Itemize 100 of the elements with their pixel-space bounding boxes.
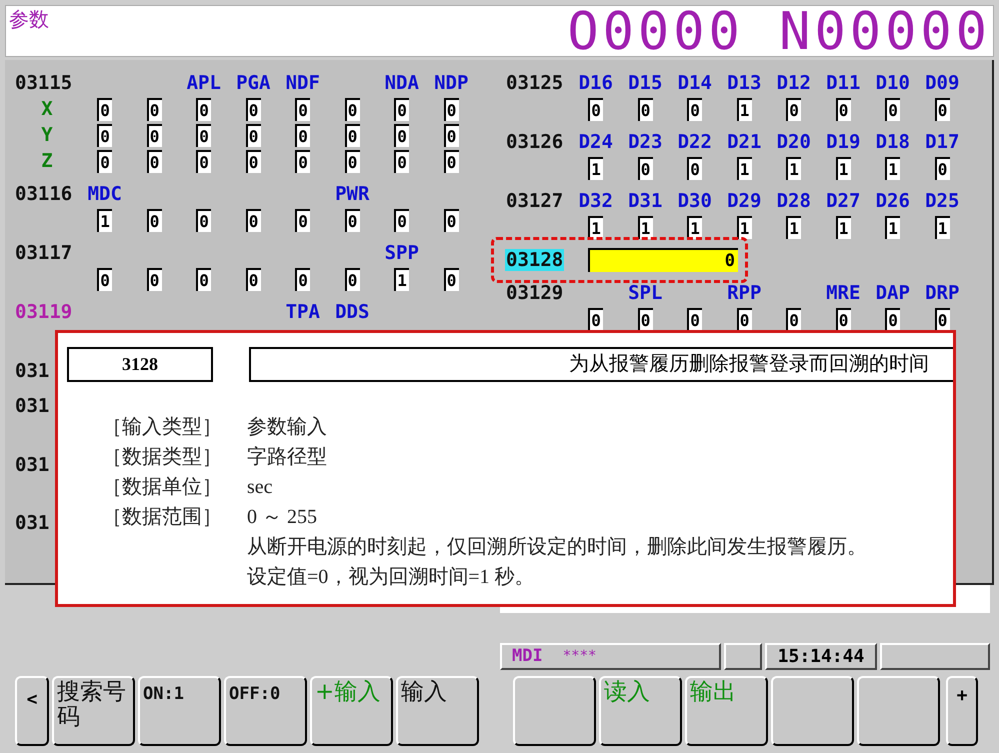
- bit-value-field[interactable]: 1: [588, 216, 604, 238]
- bit-value-field[interactable]: 0: [444, 268, 459, 290]
- bit-value-field[interactable]: 1: [638, 216, 653, 238]
- screen-title: 参数: [9, 8, 49, 33]
- bit-value-field[interactable]: 0: [246, 98, 261, 120]
- bit-value-field[interactable]: 1: [786, 156, 802, 180]
- bit-value-field[interactable]: 1: [736, 156, 752, 180]
- bit-value-field[interactable]: 0: [97, 98, 112, 120]
- bit-value-field[interactable]: 1: [786, 216, 802, 238]
- bit-value-field[interactable]: 0: [588, 98, 604, 120]
- bit-value-field[interactable]: 0: [97, 150, 112, 172]
- bit-value-field[interactable]: 1: [736, 98, 752, 120]
- parameter-number: 03117: [14, 242, 74, 264]
- bit-value-field[interactable]: 0: [394, 150, 410, 172]
- softkey[interactable]: OFF:0: [224, 676, 307, 746]
- bit-value-field[interactable]: 1: [97, 208, 112, 232]
- bit-value-field[interactable]: 0: [394, 98, 410, 120]
- bit-value-field[interactable]: 1: [736, 216, 752, 238]
- bit-value-field[interactable]: 0: [344, 208, 360, 232]
- bit-value-field[interactable]: 0: [444, 98, 459, 120]
- bit-value-field[interactable]: 0: [295, 124, 310, 146]
- bit-name: MRE: [826, 282, 860, 304]
- bit-value-field[interactable]: 0: [196, 208, 212, 232]
- axis-label: Y: [41, 124, 53, 146]
- bit-value-field[interactable]: 0: [146, 268, 162, 290]
- bit-name: D16: [578, 72, 613, 94]
- bit-value-field[interactable]: 0: [196, 268, 212, 290]
- bit-value-field[interactable]: 0: [444, 124, 459, 146]
- bit-value-field[interactable]: 0: [97, 124, 112, 146]
- softkey[interactable]: 输入: [396, 676, 479, 746]
- bit-value-field[interactable]: 0: [246, 208, 261, 232]
- bit-value-field[interactable]: 0: [146, 98, 162, 120]
- bit-value-field[interactable]: 0: [295, 98, 310, 120]
- bit-value-field[interactable]: 0: [344, 150, 360, 172]
- bit-value-field[interactable]: 0: [687, 98, 702, 120]
- bit-name: RPP: [727, 282, 762, 304]
- bit-value-field[interactable]: 0: [196, 124, 212, 146]
- bit-value-field[interactable]: 0: [295, 268, 310, 290]
- bit-name: D18: [876, 131, 910, 153]
- bit-value-field[interactable]: 0: [146, 150, 162, 172]
- bit-value-field[interactable]: 0: [786, 98, 802, 120]
- parameter-number: 031: [14, 395, 50, 417]
- bit-value-field[interactable]: 1: [687, 216, 702, 238]
- bit-value-field[interactable]: 0: [687, 308, 702, 330]
- bit-value-field[interactable]: 1: [934, 216, 950, 238]
- value-field[interactable]: 0: [588, 248, 738, 272]
- bit-value-field[interactable]: 0: [836, 308, 851, 330]
- bit-value-field[interactable]: 0: [786, 308, 802, 330]
- bit-value-field[interactable]: 0: [394, 124, 410, 146]
- bit-value-field[interactable]: 0: [146, 208, 162, 232]
- next-softkey[interactable]: +: [946, 676, 978, 746]
- bit-value-field[interactable]: 0: [444, 208, 459, 232]
- softkey[interactable]: [857, 676, 940, 746]
- softkey[interactable]: [513, 676, 596, 746]
- description-text: 设定值=0，视为回溯时间=1 秒。: [247, 565, 536, 590]
- bit-value-field[interactable]: 0: [588, 308, 604, 330]
- bit-value-field[interactable]: 0: [736, 308, 752, 330]
- bit-value-field[interactable]: 0: [638, 98, 653, 120]
- bit-value-field[interactable]: 0: [885, 98, 900, 120]
- bit-value-field[interactable]: 0: [687, 156, 702, 180]
- bit-value-field[interactable]: 0: [196, 150, 212, 172]
- bit-value-field[interactable]: 0: [344, 268, 360, 290]
- parameter-number: 031: [14, 512, 50, 534]
- bit-name: SPL: [628, 282, 662, 304]
- bit-value-field[interactable]: 0: [196, 98, 212, 120]
- bit-value-field[interactable]: 1: [394, 268, 410, 290]
- bit-value-field[interactable]: 0: [146, 124, 162, 146]
- bit-value-field[interactable]: 0: [638, 156, 653, 180]
- bit-value-field[interactable]: 0: [885, 308, 900, 330]
- bit-value-field[interactable]: 1: [885, 216, 900, 238]
- bit-value-field[interactable]: 0: [934, 156, 950, 180]
- bit-value-field[interactable]: 0: [934, 98, 950, 120]
- bit-name: D25: [925, 190, 960, 212]
- softkey[interactable]: [771, 676, 854, 746]
- bit-name: D23: [628, 131, 662, 153]
- bit-value-field[interactable]: 0: [934, 308, 950, 330]
- bit-value-field[interactable]: 0: [295, 150, 310, 172]
- bit-value-field[interactable]: 0: [638, 308, 653, 330]
- bit-value-field[interactable]: 1: [885, 156, 900, 180]
- previous-softkey[interactable]: <: [15, 676, 49, 746]
- bit-value-field[interactable]: 0: [97, 268, 112, 290]
- bit-value-field[interactable]: 0: [444, 150, 459, 172]
- bit-value-field[interactable]: 0: [246, 124, 261, 146]
- bit-value-field[interactable]: 1: [836, 156, 851, 180]
- bit-value-field[interactable]: 0: [295, 208, 310, 232]
- bit-value-field[interactable]: 0: [246, 268, 261, 290]
- bit-value-field[interactable]: 0: [394, 208, 410, 232]
- softkey[interactable]: ON:1: [138, 676, 221, 746]
- bit-name: D26: [876, 190, 910, 212]
- bit-value-field[interactable]: 0: [836, 98, 851, 120]
- bit-value-field[interactable]: 0: [344, 98, 360, 120]
- bit-value-field[interactable]: 1: [836, 216, 851, 238]
- parameter-number: 03116: [14, 183, 74, 205]
- bit-value-field[interactable]: 0: [246, 150, 261, 172]
- bit-name: NDF: [286, 72, 320, 94]
- bit-name: TPA: [286, 301, 320, 323]
- bit-value-field[interactable]: 1: [588, 156, 604, 180]
- softkey[interactable]: 搜索号码: [52, 676, 135, 746]
- bit-value-field[interactable]: 0: [344, 124, 360, 146]
- bit-name: D15: [628, 72, 662, 94]
